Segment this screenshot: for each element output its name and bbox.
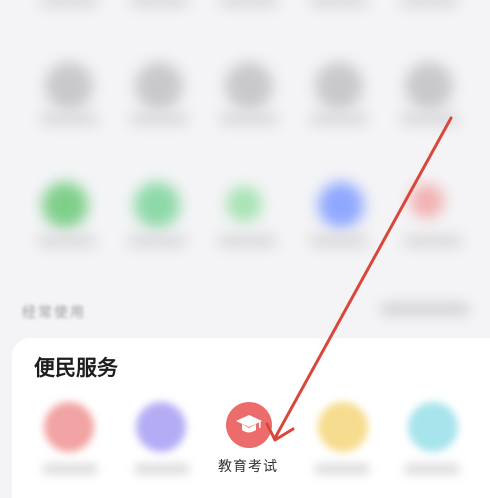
blurred-icon[interactable] bbox=[134, 182, 180, 228]
blurred-label bbox=[404, 236, 462, 246]
blurred-service-label bbox=[42, 464, 98, 474]
blurred-icon[interactable] bbox=[45, 62, 93, 110]
blurred-service-label bbox=[134, 464, 190, 474]
blurred-service-icon[interactable] bbox=[44, 402, 94, 452]
blurred-label bbox=[400, 0, 458, 6]
blurred-label bbox=[400, 114, 458, 124]
section-title-often-used: 经常使用 bbox=[22, 305, 86, 321]
blurred-icon[interactable] bbox=[405, 62, 453, 110]
blurred-label bbox=[128, 236, 186, 246]
card-title: 便民服务 bbox=[34, 356, 118, 380]
blurred-label bbox=[40, 0, 98, 6]
blurred-service-icon[interactable] bbox=[408, 402, 458, 452]
graduation-cap-icon bbox=[236, 415, 262, 433]
blurred-label bbox=[310, 114, 368, 124]
blurred-label bbox=[220, 0, 278, 6]
blurred-icon[interactable] bbox=[315, 62, 363, 110]
blurred-label bbox=[310, 236, 368, 246]
education-exam-button[interactable] bbox=[226, 402, 272, 448]
blurred-label bbox=[220, 114, 278, 124]
blurred-service-icon[interactable] bbox=[136, 402, 186, 452]
blurred-label bbox=[40, 114, 98, 124]
blurred-icon[interactable] bbox=[42, 182, 88, 228]
blurred-label bbox=[38, 236, 96, 246]
blurred-label bbox=[310, 0, 368, 6]
blurred-icon[interactable] bbox=[135, 62, 183, 110]
blurred-label bbox=[218, 236, 276, 246]
blurred-icon[interactable] bbox=[225, 62, 273, 110]
blurred-icon[interactable] bbox=[410, 184, 444, 218]
blurred-service-label bbox=[404, 464, 460, 474]
blurred-label bbox=[130, 0, 188, 6]
blurred-service-icon[interactable] bbox=[318, 402, 368, 452]
blurred-service-label bbox=[314, 464, 370, 474]
education-exam-label[interactable]: 教育考试 bbox=[218, 456, 278, 476]
blurred-icon[interactable] bbox=[318, 182, 364, 228]
blurred-label bbox=[130, 114, 188, 124]
blurred-icon[interactable] bbox=[226, 186, 262, 222]
blurred-more-link[interactable] bbox=[380, 302, 470, 316]
